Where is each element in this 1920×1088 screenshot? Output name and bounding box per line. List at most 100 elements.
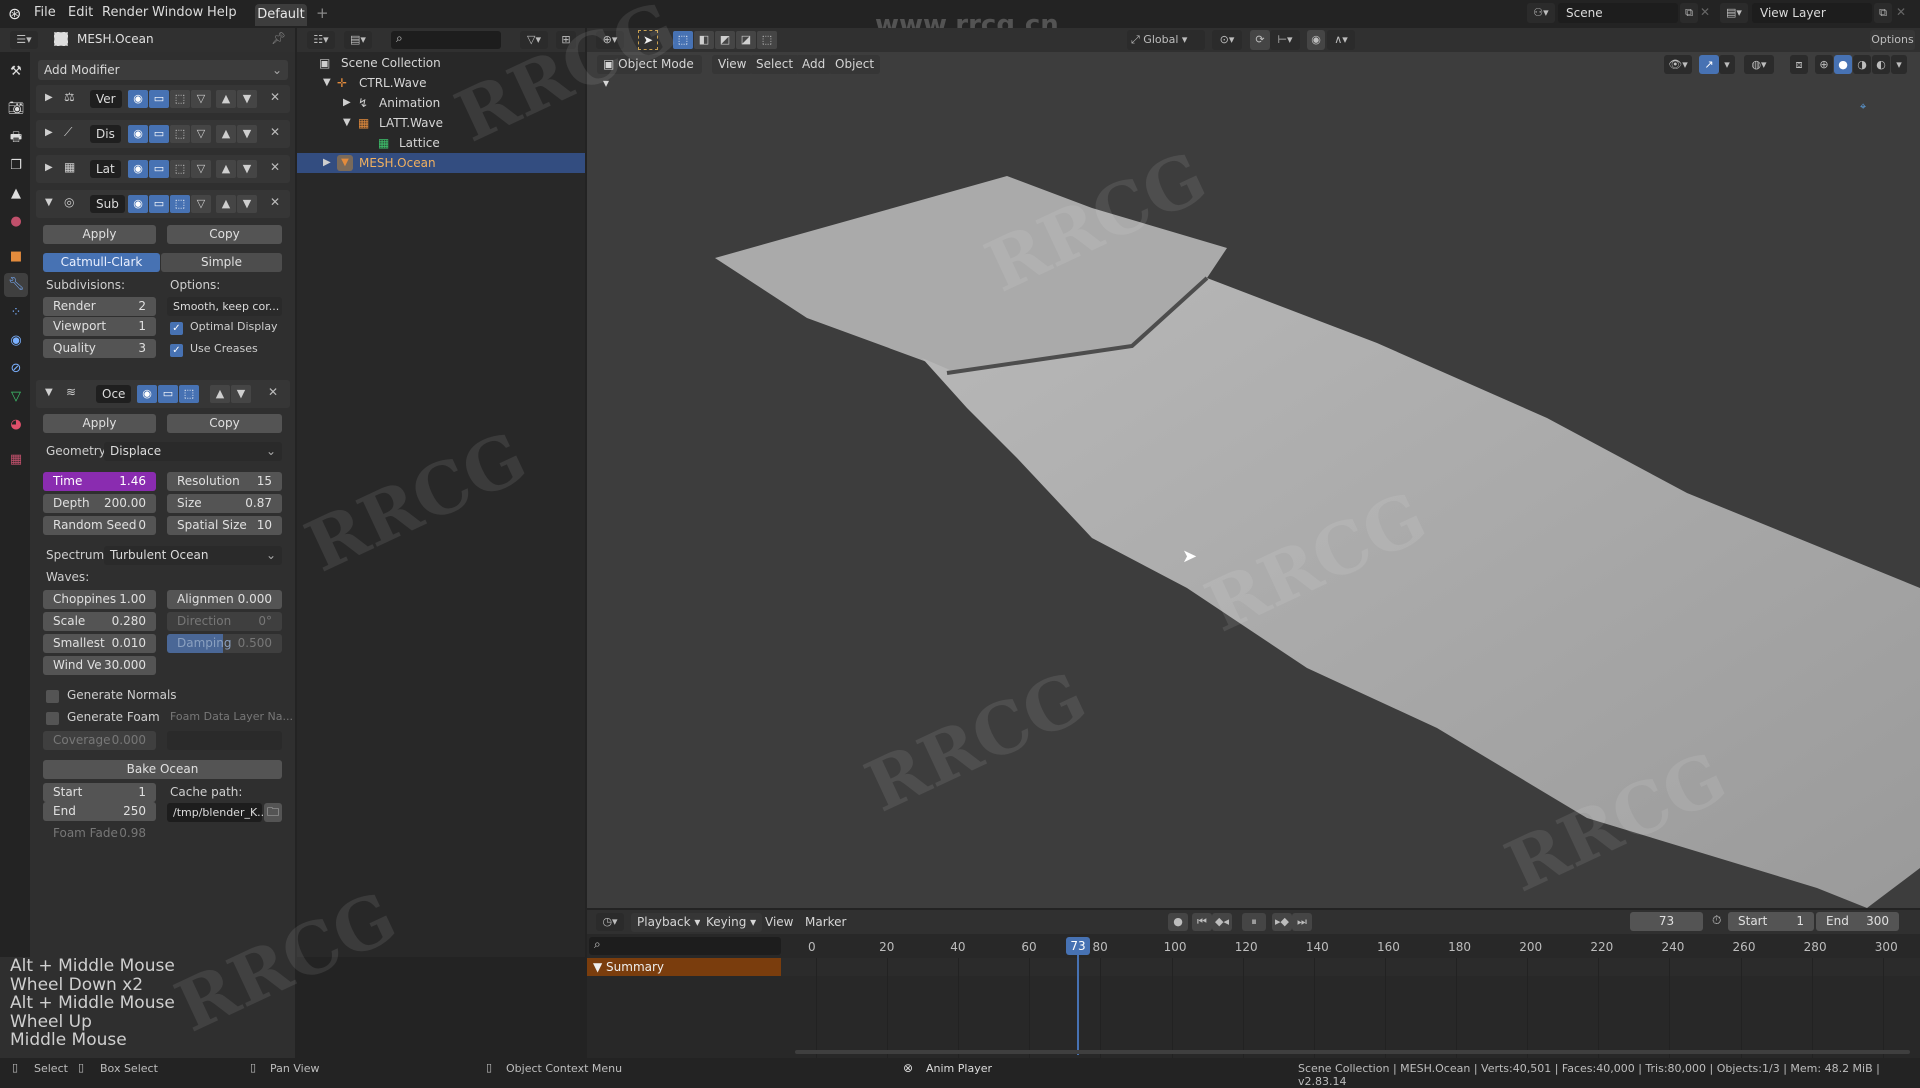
tab-world-icon[interactable]: ● (4, 210, 28, 234)
viewport-menu-select[interactable]: Select (750, 55, 800, 74)
xray-toggle-icon[interactable]: ⧈ (1790, 55, 1808, 74)
select-tool-icon[interactable]: ➤ (638, 30, 658, 50)
menu-render[interactable]: Render (102, 5, 148, 20)
3d-viewport[interactable] (587, 28, 1920, 908)
timeline-end-field[interactable]: End 300 (1816, 912, 1899, 931)
move-up-icon[interactable]: ▲ (210, 385, 230, 403)
stopwatch-icon[interactable]: ⏱ (1712, 913, 1721, 928)
viewport-menu-view[interactable]: View (712, 55, 753, 74)
modifier-name-field[interactable]: Sub (90, 195, 125, 213)
collapse-icon[interactable]: ▼ (343, 113, 351, 133)
shading-options-icon[interactable]: ▾ (1891, 55, 1907, 74)
remove-modifier-icon[interactable]: ✕ (270, 125, 280, 139)
viewport-toggle-icon[interactable]: ▭ (149, 90, 169, 108)
damping-field[interactable]: Damping 0.500 (167, 634, 282, 653)
outliner-row-selected[interactable]: ▶ ▼ MESH.Ocean ↯ 🔧︎ ⁙ ᚿ ➤ ▭ ◉ (297, 153, 865, 173)
timeline-scrollbar[interactable] (795, 1050, 1910, 1054)
status-anim-player[interactable]: Anim Player (926, 1062, 992, 1075)
transform-orientation-dropdown[interactable]: ⤢ Global ▾ (1127, 30, 1205, 50)
collapse-icon[interactable]: ▼ (45, 197, 53, 208)
scene-field[interactable]: Scene (1558, 3, 1678, 23)
timeline-menu-view[interactable]: View (759, 913, 799, 932)
timeline-menu-playback[interactable]: Playback ▾ (631, 913, 707, 932)
material-shading-icon[interactable]: ◑ (1853, 55, 1871, 74)
prev-keyframe-icon[interactable]: ◆◂ (1212, 913, 1232, 931)
pivot-point-icon[interactable]: ⊙▾ (1212, 30, 1242, 50)
outliner-search-input[interactable]: ⌕ (391, 31, 501, 49)
remove-modifier-icon[interactable]: ✕ (270, 160, 280, 174)
random-seed-field[interactable]: Random Seed 0 (43, 516, 156, 535)
tab-render-icon[interactable]: 📷︎ (4, 97, 28, 121)
outliner-row-scene-collection[interactable]: ▣ Scene Collection (297, 53, 585, 73)
navigation-gizmo-icon[interactable]: ⌖ (1860, 100, 1866, 114)
falloff-icon[interactable]: ∧▾ (1327, 30, 1355, 50)
workspace-tab-default[interactable]: Default (255, 4, 307, 26)
viewport-toggle-icon[interactable]: ▭ (149, 125, 169, 143)
on-cage-toggle-icon[interactable]: ▽ (191, 160, 211, 178)
bake-start-field[interactable]: Start 1 (43, 783, 156, 802)
foam-fade-field[interactable]: Foam Fade 0.98 (43, 824, 156, 843)
move-down-icon[interactable]: ▼ (237, 195, 257, 213)
viewport-menu-object[interactable]: Object (829, 55, 881, 74)
viewport-toggle-icon[interactable]: ▭ (158, 385, 178, 403)
viewport-levels-field[interactable]: Viewport 1 (43, 317, 156, 336)
catmull-clark-button[interactable]: Catmull-Clark (43, 253, 160, 272)
timeline-start-field[interactable]: Start 1 (1728, 912, 1814, 931)
folder-icon[interactable]: 🗀 (264, 803, 282, 822)
outliner-row[interactable]: ▶ ↯ Animation ◆ (297, 93, 760, 113)
delete-view-layer-icon[interactable]: ✕ (1896, 5, 1906, 19)
pin-icon[interactable]: 📌︎ (271, 31, 286, 45)
proportional-edit-icon[interactable]: ◉ (1307, 30, 1325, 50)
tab-output-icon[interactable]: 🖶 (4, 126, 28, 150)
remove-modifier-icon[interactable]: ✕ (268, 385, 278, 399)
bake-end-field[interactable]: End 250 (43, 802, 156, 821)
ocean-copy-button[interactable]: Copy (167, 414, 282, 433)
optimal-display-checkbox[interactable]: ✓ (170, 322, 183, 335)
tab-texture-icon[interactable]: ▦ (4, 448, 28, 472)
pause-icon[interactable]: ⏸ (1242, 913, 1266, 931)
choppiness-field[interactable]: Choppines 1.00 (43, 590, 156, 609)
timeline-menu-marker[interactable]: Marker (799, 913, 852, 932)
tab-modifiers-icon[interactable]: 🔧︎ (4, 273, 28, 297)
coverage-field[interactable]: Coverage 0.000 (43, 731, 156, 750)
jump-end-icon[interactable]: ⏭ (1292, 913, 1312, 931)
on-cage-toggle-icon[interactable]: ▽ (191, 90, 211, 108)
edit-mode-toggle-icon[interactable]: ◉ (128, 125, 148, 143)
subsurf-copy-button[interactable]: Copy (167, 225, 282, 244)
visibility-icon[interactable]: 👁︎▾ (1664, 55, 1692, 74)
cage-toggle-icon[interactable]: ⬚ (170, 125, 190, 143)
quality-field[interactable]: Quality 3 (43, 339, 156, 358)
outliner-row[interactable]: ▼ ✛ CTRL.Wave ➤ ▭ ◉ (297, 73, 865, 93)
expand-icon[interactable]: ▶ (45, 92, 53, 103)
collapse-icon[interactable]: ▼ (45, 387, 53, 398)
tab-physics-icon[interactable]: ◉ (4, 329, 28, 353)
modifier-name-field[interactable]: Dis (90, 125, 121, 143)
smallest-wave-field[interactable]: Smallest 0.010 (43, 634, 156, 653)
on-cage-toggle-icon[interactable]: ▽ (191, 195, 211, 213)
viewport-toggle-icon[interactable]: ▭ (149, 195, 169, 213)
remove-modifier-icon[interactable]: ✕ (270, 195, 280, 209)
modifier-name-field[interactable]: Lat (90, 160, 121, 178)
timeline-search-input[interactable]: ⌕ (589, 937, 781, 955)
cage-toggle-icon[interactable]: ⬚ (170, 195, 190, 213)
wind-velocity-field[interactable]: Wind Ve 30.000 (43, 656, 156, 675)
display-mode-icon[interactable]: ▤▾ (344, 31, 372, 49)
record-icon[interactable]: ● (1168, 913, 1188, 931)
outliner-row[interactable]: ▦ Lattice (297, 133, 585, 153)
blender-logo-icon[interactable]: ⊛ (8, 4, 21, 23)
overlays-icon[interactable]: ◍▾ (1744, 55, 1774, 74)
move-down-icon[interactable]: ▼ (237, 160, 257, 178)
viewport-toggle-icon[interactable]: ▭ (149, 160, 169, 178)
foam-layer-input[interactable] (167, 731, 282, 750)
delete-scene-icon[interactable]: ✕ (1700, 5, 1710, 19)
edit-mode-toggle-icon[interactable]: ◉ (128, 160, 148, 178)
new-view-layer-icon[interactable]: ⧉ (1874, 3, 1892, 23)
select-mode-new-icon[interactable]: ⬚ (673, 31, 693, 49)
time-field[interactable]: Time 1.46 (43, 472, 156, 491)
cancel-icon[interactable]: ⊗ (903, 1061, 913, 1075)
tab-particles-icon[interactable]: ⁘ (4, 301, 28, 325)
add-workspace-button[interactable]: + (316, 4, 329, 22)
simple-button[interactable]: Simple (161, 253, 282, 272)
edit-mode-toggle-icon[interactable]: ◉ (128, 195, 148, 213)
add-modifier-dropdown[interactable]: Add Modifier ⌄ (38, 60, 288, 80)
